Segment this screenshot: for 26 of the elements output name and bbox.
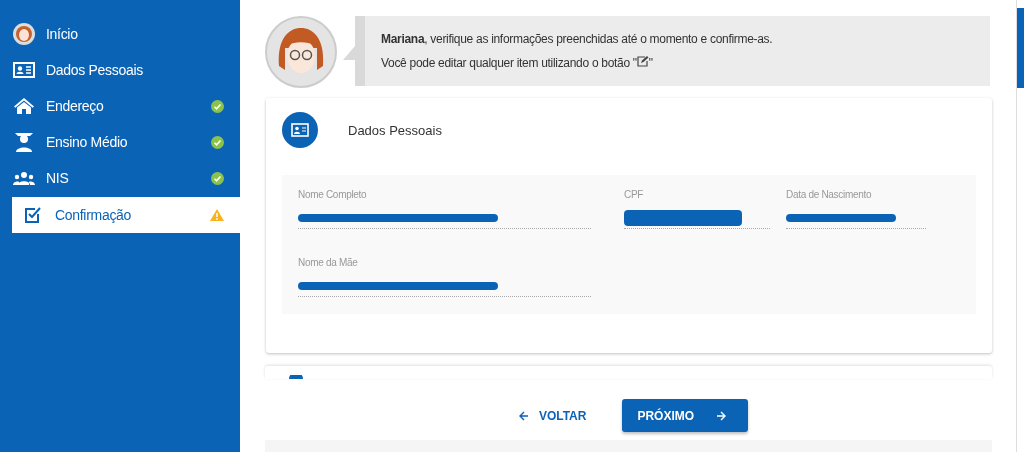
avatar-icon	[13, 23, 35, 45]
message-text: Você pode editar qualquer item utilizando o botão " "	[381, 56, 654, 70]
message-text: Mariana, verifique as informações preenchidas até o momento e confirme-as.	[381, 32, 774, 46]
sidebar-item[interactable]: Endereço	[0, 88, 240, 124]
sidebar-item[interactable]: Início	[0, 16, 240, 52]
back-button[interactable]: VOLTAR	[512, 399, 593, 432]
field-label: Nome da Mãe	[298, 256, 359, 268]
people-icon	[13, 171, 35, 185]
sidebar-item[interactable]: NIS	[0, 160, 240, 196]
edit-icon	[636, 56, 649, 67]
id-card-icon	[13, 62, 35, 78]
home-icon	[13, 97, 35, 115]
arrow-right-icon	[716, 410, 727, 421]
field-label: Data de Nascimento	[786, 189, 873, 200]
checkbox-icon	[24, 206, 42, 224]
graduate-icon	[13, 131, 35, 153]
field-label: Nome Completo	[298, 189, 368, 200]
sidebar-item[interactable]: Confirmação	[12, 197, 240, 233]
sidebar-item[interactable]: Ensino Médio	[0, 124, 240, 160]
sidebar-item[interactable]: Dados Pessoais	[0, 52, 240, 88]
card-title: Dados Pessoais	[348, 122, 442, 138]
field-label: CPF	[624, 189, 645, 200]
next-button[interactable]: PRÓXIMO	[622, 399, 749, 432]
arrow-left-icon	[518, 410, 529, 421]
id-card-icon	[282, 112, 318, 148]
avatar-icon	[265, 16, 337, 88]
